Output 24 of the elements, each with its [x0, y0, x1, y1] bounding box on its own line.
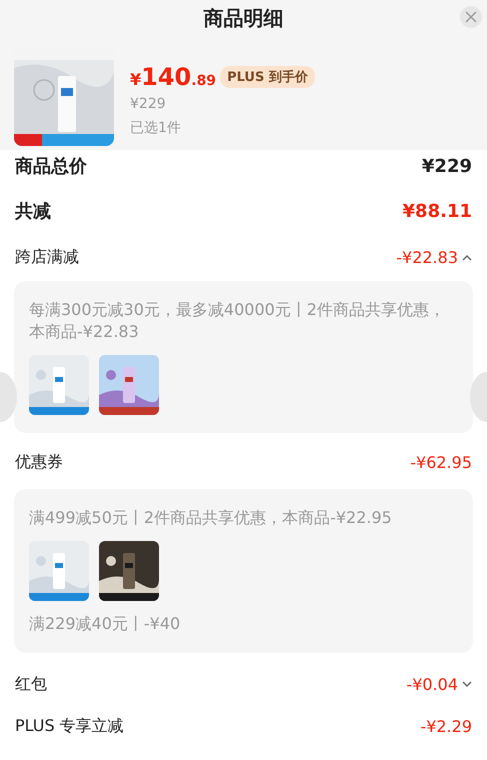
original-price: ¥229	[130, 95, 167, 114]
discount-amount: -¥62.95	[410, 452, 472, 472]
sheet-title: 商品明细	[204, 4, 284, 32]
expand-caret-icon[interactable]	[462, 680, 472, 688]
discount-rule-text: 满229减40元丨-¥40	[29, 613, 182, 635]
discount-label: PLUS 专享立减	[15, 716, 124, 736]
summary-value: ¥88.11	[402, 200, 472, 222]
discount-rule-text: 每满300元减30元，最多减40000元丨2件商品共享优惠，本商品-¥22.83	[29, 299, 446, 343]
collapse-caret-icon[interactable]	[462, 254, 472, 260]
selected-count: 已选1件	[130, 119, 182, 138]
discount-rule-text: 满499减50元丨2件商品共享优惠，本商品-¥22.95	[29, 507, 393, 529]
close-button[interactable]	[460, 6, 482, 28]
discount-label: 优惠券	[15, 452, 63, 472]
discount-label: 跨店满减	[15, 246, 79, 268]
discount-amount: -¥2.29	[420, 716, 472, 736]
discount-amount: -¥0.04	[406, 674, 458, 694]
plus-price: ¥140.89	[130, 65, 216, 89]
discount-amount: -¥22.83	[396, 248, 458, 266]
close-icon	[465, 11, 477, 23]
discount-label: 红包	[15, 674, 47, 694]
summary-value: ¥229	[422, 156, 472, 176]
plus-price-tag: PLUS 到手价	[220, 66, 315, 88]
summary-label: 共减	[15, 200, 51, 223]
summary-label: 商品总价	[15, 155, 87, 178]
